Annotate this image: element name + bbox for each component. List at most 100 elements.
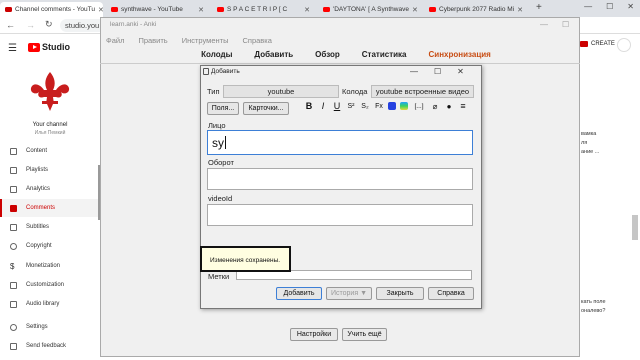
bold-button[interactable]: B	[304, 101, 314, 111]
minimize-icon[interactable]: —	[540, 20, 548, 29]
deck-label: Колода	[342, 87, 368, 96]
sidebar-item-copyright[interactable]: Copyright	[0, 237, 100, 255]
attach-icon[interactable]: ⌀	[430, 102, 440, 111]
menu-file[interactable]: Файл	[106, 36, 124, 45]
front-field-input[interactable]: sy	[207, 130, 473, 155]
help-button[interactable]: Справка	[428, 287, 474, 300]
back-arrow-icon[interactable]: ←	[6, 20, 15, 30]
tab-daytona[interactable]: 'DAYTONA' [ A Synthwave ✕	[318, 2, 421, 17]
saved-tooltip: Изменения сохранены.	[200, 246, 291, 272]
close-icon[interactable]: ✕	[627, 2, 634, 11]
close-icon[interactable]: ✕	[457, 67, 464, 76]
comment-text-fragment: кать поле	[581, 299, 606, 305]
videoid-field-input[interactable]	[207, 204, 473, 226]
sidebar-item-monetization[interactable]: $ Monetization	[0, 257, 100, 275]
maximize-icon[interactable]: ☐	[562, 20, 569, 29]
reload-icon[interactable]: ↻	[45, 19, 53, 30]
color-picker-icon[interactable]	[400, 102, 408, 110]
settings-button[interactable]: Настройки	[290, 328, 338, 341]
front-field-value: sy	[212, 136, 224, 150]
forward-arrow-icon[interactable]: →	[26, 20, 35, 30]
maximize-icon[interactable]: ☐	[434, 67, 441, 76]
underline-button[interactable]: U	[332, 101, 342, 111]
minimize-icon[interactable]: —	[584, 2, 592, 11]
tab-title: 'DAYTONA' [ A Synthwave	[333, 6, 409, 13]
your-channel-label: Your channel	[32, 122, 68, 128]
sidebar-item-content[interactable]: Content	[0, 142, 100, 160]
cards-button[interactable]: Карточки...	[243, 102, 289, 115]
toolbar-sync[interactable]: Синхронизация	[429, 50, 491, 59]
sidebar-item-analytics[interactable]: Analytics	[0, 180, 100, 198]
fields-button[interactable]: Поля...	[207, 102, 239, 115]
tab-channel-comments[interactable]: Channel comments - YouTu ✕	[0, 2, 103, 17]
history-button[interactable]: История ▼	[326, 287, 372, 300]
analytics-icon	[10, 185, 17, 193]
italic-button[interactable]: I	[318, 101, 328, 111]
tab-space-trip[interactable]: S P A C E T R I P [ C ✕	[212, 2, 315, 17]
sidebar-item-subtitles[interactable]: Subtitles	[0, 218, 100, 236]
close-icon[interactable]: ✕	[98, 6, 103, 14]
create-button[interactable]: CREATE	[580, 41, 615, 47]
text-color-icon[interactable]	[388, 102, 396, 110]
channel-avatar[interactable]	[27, 68, 73, 114]
study-more-button[interactable]: Учить ещё	[342, 328, 387, 341]
content-icon	[10, 147, 17, 155]
studio-logo[interactable]: Studio	[28, 42, 70, 52]
sidebar-item-comments[interactable]: Comments	[0, 199, 100, 217]
toolbar-decks[interactable]: Колоды	[201, 50, 232, 59]
close-icon[interactable]: ✕	[412, 6, 418, 14]
sidebar-item-label: Subtitles	[26, 224, 50, 230]
dialog-title: Добавить	[211, 68, 240, 75]
page-scrollbar[interactable]	[632, 215, 638, 240]
close-button[interactable]: Закрыть	[376, 287, 424, 300]
youtube-favicon-icon	[429, 7, 436, 12]
menu-help[interactable]: Справка	[242, 36, 271, 45]
note-type-select[interactable]: youtube	[223, 85, 339, 98]
back-field-input[interactable]	[207, 168, 473, 190]
sidebar-item-label: Comments	[26, 205, 56, 211]
field-label: Лицо	[208, 121, 226, 130]
menu-tools[interactable]: Инструменты	[182, 36, 229, 45]
add-button[interactable]: Добавить	[276, 287, 322, 300]
deck-select[interactable]: youtube встроенные видео	[371, 85, 474, 98]
sidebar-item-send-feedback[interactable]: Send feedback	[0, 337, 100, 355]
sidebar-item-audio-library[interactable]: Audio library	[0, 295, 100, 313]
new-tab-button[interactable]: +	[536, 2, 542, 13]
close-icon[interactable]: ✕	[304, 6, 310, 14]
tab-title: Cyberpunk 2077 Radio Mi	[439, 6, 515, 13]
superscript-button[interactable]: S²	[346, 103, 356, 110]
clear-format-button[interactable]: Fx	[374, 103, 384, 110]
tab-title: S P A C E T R I P [ C	[227, 6, 288, 13]
format-toolbar: B I U S² S₂ Fx [...] ⌀ ● ≡	[304, 101, 468, 111]
close-icon[interactable]: ✕	[198, 6, 204, 14]
close-icon[interactable]: ✕	[517, 6, 523, 14]
anki-window-title: learn.anki - Anki	[110, 21, 157, 28]
sidebar-item-settings[interactable]: Settings	[0, 318, 100, 336]
sidebar-item-label: Customization	[26, 282, 65, 288]
maximize-icon[interactable]: ☐	[606, 2, 613, 11]
menu-icon[interactable]: ☰	[8, 43, 17, 54]
anki-menu-bar: Файл Править Инструменты Справка	[106, 36, 272, 45]
minimize-icon[interactable]: —	[410, 67, 418, 76]
cloze-button[interactable]: [...]	[412, 103, 426, 110]
anki-window-controls: — ☐	[540, 20, 569, 29]
tab-synthwave[interactable]: synthwave - YouTube ✕	[106, 2, 209, 17]
tab-cyberpunk[interactable]: Cyberpunk 2077 Radio Mi ✕	[424, 2, 527, 17]
subscript-button[interactable]: S₂	[360, 103, 370, 110]
toolbar-browse[interactable]: Обзор	[315, 50, 340, 59]
user-avatar[interactable]	[617, 38, 631, 52]
more-options-button[interactable]: ≡	[458, 101, 468, 111]
tab-title: synthwave - YouTube	[121, 6, 183, 13]
comment-text-fragment: ание ...	[581, 149, 600, 155]
sidebar-item-playlists[interactable]: Playlists	[0, 161, 100, 179]
studio-favicon-icon	[5, 7, 12, 12]
microphone-icon[interactable]: ●	[444, 102, 454, 111]
channel-name: Илья Пемкий	[34, 130, 66, 136]
toolbar-stats[interactable]: Статистика	[362, 50, 407, 59]
studio-logo-text: Studio	[42, 42, 70, 52]
sidebar-item-customization[interactable]: Customization	[0, 276, 100, 294]
menu-edit[interactable]: Править	[138, 36, 167, 45]
sidebar-item-label: Settings	[26, 324, 48, 330]
sidebar-item-label: Analytics	[26, 186, 51, 192]
toolbar-add[interactable]: Добавить	[254, 50, 293, 59]
